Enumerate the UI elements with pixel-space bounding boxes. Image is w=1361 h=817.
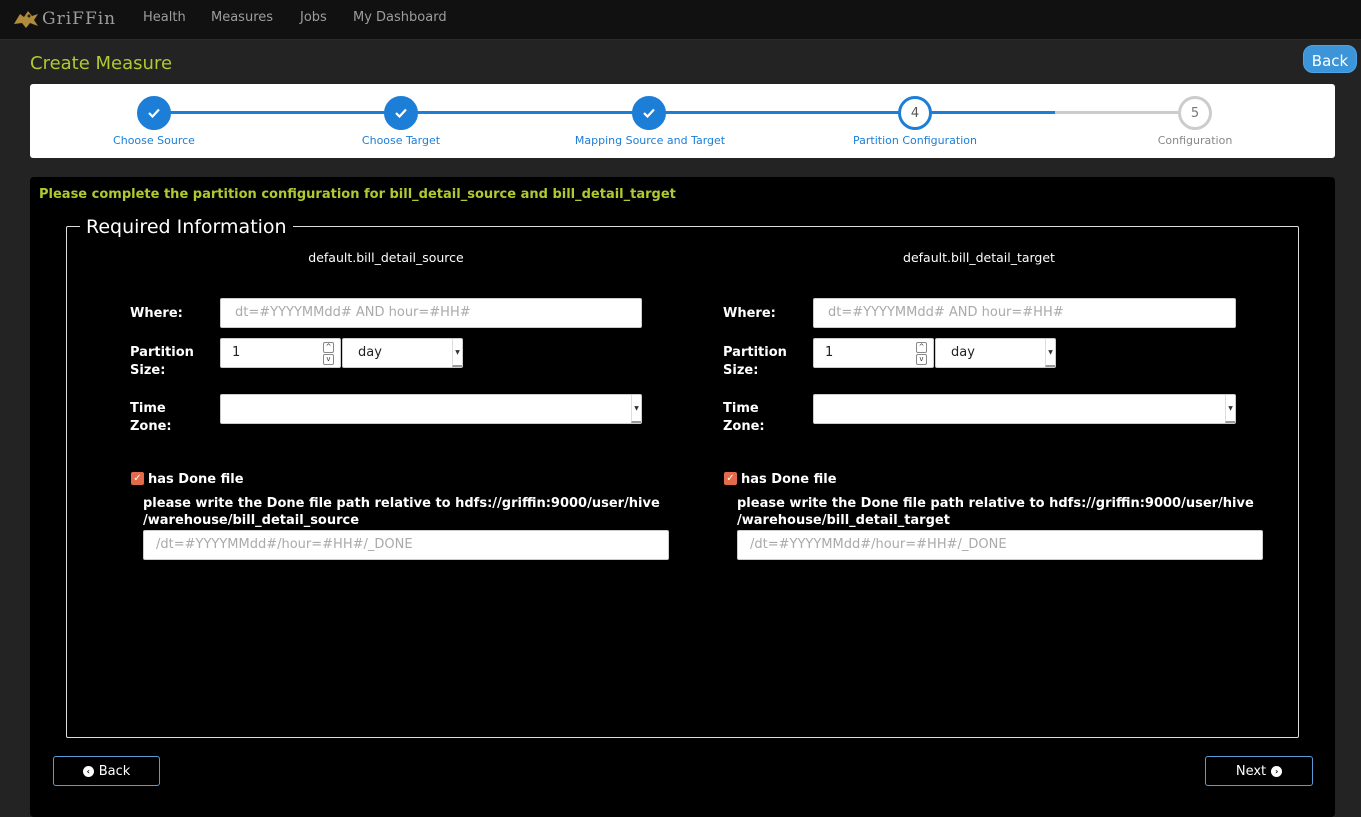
nav-measures[interactable]: Measures — [211, 10, 273, 25]
nav-my-dashboard[interactable]: My Dashboard — [353, 10, 447, 25]
spin-up-icon[interactable]: ^ — [323, 342, 334, 353]
source-partition-label: Partition Size: — [130, 344, 194, 380]
arrow-left-circle-icon: ‹ — [82, 765, 94, 777]
target-partition-label: Partition Size: — [723, 344, 787, 380]
brand-name: GriFFin — [42, 9, 117, 29]
next-button-label: Next — [1235, 763, 1267, 779]
progress-stepper: 4 5 Choose Source Choose Target Mapping … — [30, 84, 1335, 158]
step-5-circle: 5 — [1178, 96, 1212, 130]
source-timezone-label: Time Zone: — [130, 400, 172, 436]
source-partition-size-value: 1 — [232, 345, 241, 360]
spin-down-icon[interactable]: v — [323, 354, 334, 365]
target-partition-label-line1: Partition — [723, 345, 787, 360]
target-has-done-label: has Done file — [741, 472, 837, 487]
required-information-fieldset: Required Information default.bill_detail… — [66, 216, 1299, 738]
step-4-label: Partition Configuration — [853, 134, 977, 147]
spin-down-icon[interactable]: v — [916, 354, 927, 365]
source-done-path-input[interactable]: /dt=#YYYYMMdd#/hour=#HH#/_DONE — [143, 530, 669, 560]
source-partition-unit-select[interactable]: day ▼ — [342, 338, 463, 368]
source-partition-label-line1: Partition — [130, 345, 194, 360]
source-done-description-line2: /warehouse/bill_detail_source — [143, 513, 360, 528]
dropdown-arrow-icon: ▼ — [1045, 339, 1055, 367]
target-partition-size-input[interactable]: 1 ^ v — [813, 338, 934, 368]
progress-line-remaining — [1055, 111, 1195, 114]
source-column: default.bill_detail_source Where: dt=#YY… — [67, 227, 669, 737]
nav-jobs[interactable]: Jobs — [300, 10, 327, 25]
source-table-name: default.bill_detail_source — [308, 250, 464, 265]
source-has-done-label: has Done file — [148, 472, 244, 487]
step-4-circle: 4 — [898, 96, 932, 130]
arrow-right-circle-icon: › — [1271, 765, 1283, 777]
step-1-label[interactable]: Choose Source — [44, 134, 264, 147]
target-where-label: Where: — [723, 306, 776, 321]
step-1-check-icon — [137, 96, 171, 130]
target-table-name: default.bill_detail_target — [903, 250, 1055, 265]
step-5-label: Configuration — [1157, 134, 1233, 147]
target-timezone-select[interactable]: ▼ — [813, 394, 1236, 424]
target-partition-unit-select[interactable]: day ▼ — [935, 338, 1056, 368]
source-where-input[interactable]: dt=#YYYYMMdd# AND hour=#HH# — [220, 298, 642, 328]
target-timezone-label: Time Zone: — [723, 400, 765, 436]
target-done-path-input[interactable]: /dt=#YYYYMMdd#/hour=#HH#/_DONE — [737, 530, 1263, 560]
source-where-label: Where: — [130, 306, 183, 321]
target-done-description-line1: please write the Done file path relative… — [737, 496, 1254, 511]
next-button[interactable]: Next › — [1205, 756, 1313, 786]
source-has-done-checkbox[interactable]: ✓ — [131, 472, 144, 485]
back-button-label: Back — [98, 763, 131, 779]
top-navbar: GriFFin Health Measures Jobs My Dashboar… — [0, 0, 1361, 40]
step-2-label[interactable]: Choose Target — [291, 134, 511, 147]
target-has-done-checkbox[interactable]: ✓ — [724, 472, 737, 485]
source-timezone-select[interactable]: ▼ — [220, 394, 642, 424]
dropdown-arrow-icon: ▼ — [1225, 395, 1235, 423]
target-partition-size-value: 1 — [825, 345, 834, 360]
spin-up-icon[interactable]: ^ — [916, 342, 927, 353]
target-timezone-label-line1: Time — [723, 401, 759, 416]
source-timezone-label-line2: Zone: — [130, 419, 172, 434]
dropdown-arrow-icon: ▼ — [452, 339, 462, 367]
brand[interactable]: GriFFin — [12, 5, 116, 33]
source-done-description-line1: please write the Done file path relative… — [143, 496, 660, 511]
target-done-description: please write the Done file path relative… — [737, 495, 1257, 529]
source-partition-label-line2: Size: — [130, 363, 166, 378]
step-3-check-icon — [632, 96, 666, 130]
source-partition-size-input[interactable]: 1 ^ v — [220, 338, 341, 368]
source-partition-unit-value: day — [358, 345, 382, 360]
source-timezone-label-line1: Time — [130, 401, 166, 416]
step-2-check-icon — [384, 96, 418, 130]
target-done-description-line2: /warehouse/bill_detail_target — [737, 513, 950, 528]
target-partition-label-line2: Size: — [723, 363, 759, 378]
target-timezone-label-line2: Zone: — [723, 419, 765, 434]
page-title: Create Measure — [30, 53, 173, 74]
step-3-label[interactable]: Mapping Source and Target — [540, 134, 760, 147]
dropdown-arrow-icon: ▼ — [631, 395, 641, 423]
partition-config-panel: Please complete the partition configurat… — [30, 177, 1335, 817]
back-button[interactable]: ‹ Back — [53, 756, 160, 786]
target-column: default.bill_detail_target Where: dt=#YY… — [660, 227, 1263, 737]
nav-health[interactable]: Health — [143, 10, 186, 25]
back-top-button[interactable]: Back — [1303, 45, 1357, 73]
source-done-description: please write the Done file path relative… — [143, 495, 663, 529]
target-partition-unit-value: day — [951, 345, 975, 360]
target-where-input[interactable]: dt=#YYYYMMdd# AND hour=#HH# — [813, 298, 1236, 328]
instruction-text: Please complete the partition configurat… — [39, 187, 676, 202]
griffin-logo-icon — [14, 11, 38, 28]
